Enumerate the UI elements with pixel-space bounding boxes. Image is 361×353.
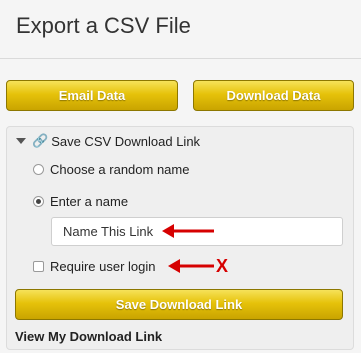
download-data-button[interactable]: Download Data bbox=[193, 80, 354, 111]
random-name-radio[interactable] bbox=[33, 164, 44, 175]
enter-name-label: Enter a name bbox=[50, 194, 129, 209]
enter-name-option[interactable]: Enter a name bbox=[33, 194, 128, 209]
arrow-left-icon bbox=[168, 259, 214, 273]
section-title: Save CSV Download Link bbox=[51, 133, 201, 149]
random-name-option[interactable]: Choose a random name bbox=[33, 162, 189, 177]
enter-name-radio[interactable] bbox=[33, 196, 44, 207]
require-login-option[interactable]: Require user login bbox=[33, 259, 156, 274]
x-mark-annotation: X bbox=[216, 256, 229, 276]
section-toggle[interactable]: 🔗 Save CSV Download Link bbox=[16, 133, 200, 149]
require-login-checkbox[interactable] bbox=[33, 261, 44, 272]
view-download-link[interactable]: View My Download Link bbox=[15, 329, 162, 344]
email-data-button[interactable]: Email Data bbox=[6, 80, 178, 111]
save-download-link-button[interactable]: Save Download Link bbox=[15, 289, 343, 320]
require-login-label: Require user login bbox=[50, 259, 156, 274]
random-name-label: Choose a random name bbox=[50, 162, 190, 177]
page-title: Export a CSV File bbox=[16, 13, 191, 38]
arrow-left-icon bbox=[162, 224, 214, 238]
collapse-triangle-icon bbox=[16, 138, 26, 144]
link-icon: 🔗 bbox=[32, 133, 49, 148]
title-divider bbox=[0, 58, 361, 59]
